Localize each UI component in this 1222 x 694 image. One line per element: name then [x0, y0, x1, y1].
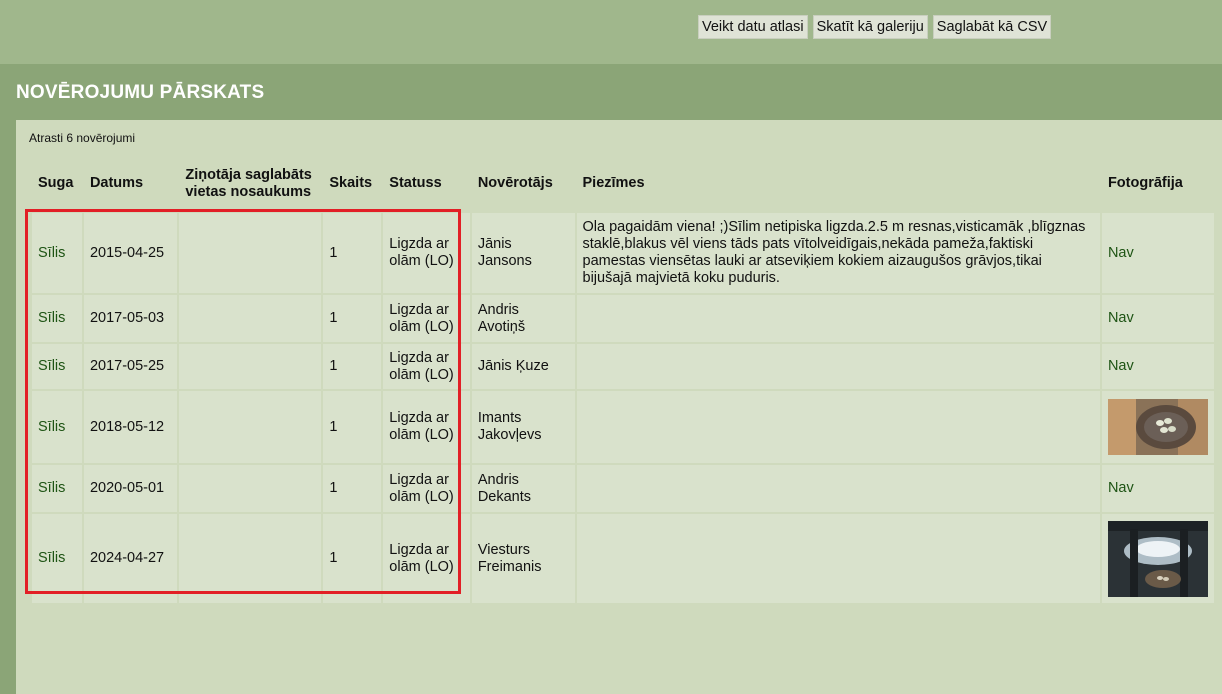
- status-cell: Ligzda ar olām (LO): [383, 465, 470, 512]
- count-cell: 1: [323, 295, 382, 342]
- date-cell: 2018-05-12: [83, 391, 178, 463]
- notes-cell: [576, 295, 1100, 342]
- place-cell: [179, 465, 322, 512]
- count-cell: 1: [323, 344, 382, 389]
- title-bar: NOVĒROJUMU PĀRSKATS: [0, 64, 1222, 120]
- nest-photo-thumbnail[interactable]: [1107, 520, 1208, 597]
- place-cell: [179, 391, 322, 463]
- photo-cell[interactable]: Nav: [1101, 465, 1214, 512]
- observer-cell: Andris Dekants: [471, 465, 575, 512]
- photo-cell[interactable]: Nav: [1101, 344, 1214, 389]
- species-cell[interactable]: Sīlis: [32, 344, 82, 389]
- column-header-place-name[interactable]: Ziņotāja saglabāts vietas nosaukums: [179, 156, 321, 211]
- select-data-button[interactable]: Veikt datu atlasi: [698, 15, 808, 39]
- photo-cell[interactable]: [1101, 514, 1214, 603]
- date-cell: 2017-05-25: [83, 344, 178, 389]
- column-header-count[interactable]: Skaits: [323, 156, 381, 211]
- species-cell[interactable]: Sīlis: [32, 465, 82, 512]
- column-header-species[interactable]: Suga: [32, 156, 82, 211]
- species-cell[interactable]: Sīlis: [32, 295, 82, 342]
- notes-cell: [576, 344, 1100, 389]
- date-cell: 2017-05-03: [83, 295, 178, 342]
- column-header-notes[interactable]: Piezīmes: [577, 156, 1100, 211]
- observer-cell: Jānis Ķuze: [471, 344, 575, 389]
- photo-cell[interactable]: [1101, 391, 1214, 463]
- status-cell: Ligzda ar olām (LO): [383, 295, 470, 342]
- count-cell: 1: [323, 213, 382, 293]
- count-cell: 1: [323, 465, 382, 512]
- place-cell: [179, 344, 322, 389]
- observer-cell: Viesturs Freimanis: [471, 514, 575, 603]
- notes-cell: [576, 391, 1100, 463]
- toolbar: Veikt datu atlasi Skatīt kā galeriju Sag…: [698, 15, 1052, 39]
- table-row[interactable]: Sīlis 2017-05-03 1 Ligzda ar olām (LO) A…: [32, 295, 1214, 342]
- results-panel: Atrasti 6 novērojumi Suga Datums Ziņotāj…: [16, 120, 1222, 694]
- status-cell: Ligzda ar olām (LO): [383, 213, 470, 293]
- status-cell: Ligzda ar olām (LO): [383, 344, 470, 389]
- table-row[interactable]: Sīlis 2020-05-01 1 Ligzda ar olām (LO) A…: [32, 465, 1214, 512]
- table-row[interactable]: Sīlis 2018-05-12 1 Ligzda ar olām (LO) I…: [32, 391, 1214, 463]
- table-row[interactable]: Sīlis 2024-04-27 1 Ligzda ar olām (LO) V…: [32, 514, 1214, 603]
- nest-photo-thumbnail[interactable]: [1107, 399, 1208, 455]
- observer-cell: Imants Jakovļevs: [471, 391, 575, 463]
- page-title: NOVĒROJUMU PĀRSKATS: [16, 82, 265, 103]
- notes-cell: [576, 465, 1100, 512]
- notes-cell: Ola pagaidām viena! ;)Sīlim netipiska li…: [576, 213, 1100, 293]
- status-cell: Ligzda ar olām (LO): [383, 514, 470, 603]
- species-cell[interactable]: Sīlis: [32, 213, 82, 293]
- count-cell: 1: [323, 514, 382, 603]
- observer-cell: Andris Avotiņš: [471, 295, 575, 342]
- column-header-photo[interactable]: Fotogrāfija: [1102, 156, 1214, 211]
- count-cell: 1: [323, 391, 382, 463]
- column-header-status[interactable]: Statuss: [383, 156, 470, 211]
- column-header-date[interactable]: Datums: [84, 156, 177, 211]
- place-cell: [179, 514, 322, 603]
- observations-table: Suga Datums Ziņotāja saglabāts vietas no…: [30, 154, 1216, 605]
- save-as-csv-button[interactable]: Saglabāt kā CSV: [932, 15, 1052, 39]
- column-header-observer[interactable]: Novērotājs: [472, 156, 575, 211]
- notes-cell: [576, 514, 1100, 603]
- table-header-row: Suga Datums Ziņotāja saglabāts vietas no…: [32, 156, 1214, 211]
- date-cell: 2015-04-25: [83, 213, 178, 293]
- species-cell[interactable]: Sīlis: [32, 391, 82, 463]
- species-cell[interactable]: Sīlis: [32, 514, 82, 603]
- date-cell: 2024-04-27: [83, 514, 178, 603]
- results-count: Atrasti 6 novērojumi: [29, 131, 136, 145]
- table-row[interactable]: Sīlis 2015-04-25 1 Ligzda ar olām (LO) J…: [32, 213, 1214, 293]
- table-row[interactable]: Sīlis 2017-05-25 1 Ligzda ar olām (LO) J…: [32, 344, 1214, 389]
- observer-cell: Jānis Jansons: [471, 213, 575, 293]
- photo-cell[interactable]: Nav: [1101, 213, 1214, 293]
- left-strip: [0, 120, 16, 694]
- date-cell: 2020-05-01: [83, 465, 178, 512]
- place-cell: [179, 213, 322, 293]
- place-cell: [179, 295, 322, 342]
- view-as-gallery-button[interactable]: Skatīt kā galeriju: [812, 15, 928, 39]
- top-bar: Veikt datu atlasi Skatīt kā galeriju Sag…: [0, 0, 1222, 64]
- photo-cell[interactable]: Nav: [1101, 295, 1214, 342]
- status-cell: Ligzda ar olām (LO): [383, 391, 470, 463]
